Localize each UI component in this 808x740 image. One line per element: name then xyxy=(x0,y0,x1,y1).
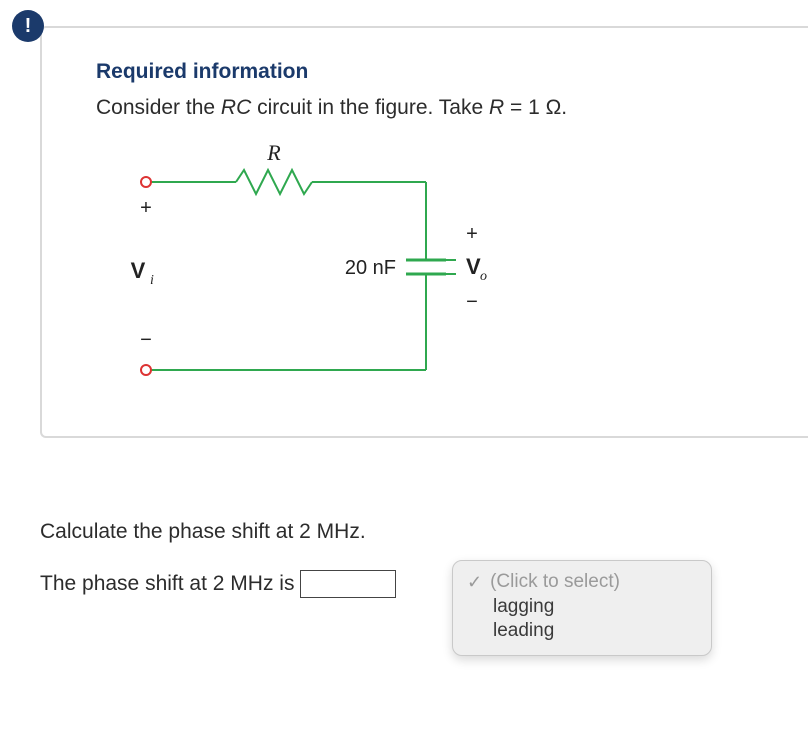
vo-label-sub: o xyxy=(480,269,487,284)
alert-badge: ! xyxy=(12,10,44,42)
circuit-svg: R 20 nF + V i − + V o − xyxy=(106,142,516,402)
dropdown-placeholder-row[interactable]: ✓ (Click to select) xyxy=(467,571,687,593)
capacitor-value: 20 nF xyxy=(345,257,396,279)
answer-prefix: The phase shift at 2 MHz is xyxy=(40,572,294,596)
prompt-text-3: = 1 Ω. xyxy=(504,96,567,119)
vi-minus: − xyxy=(140,329,152,351)
prompt-text-2: circuit in the figure. Take xyxy=(251,96,489,119)
required-info-card: Required information Consider the RC cir… xyxy=(40,26,808,438)
problem-prompt: Consider the RC circuit in the figure. T… xyxy=(96,96,768,120)
vo-plus: + xyxy=(466,223,478,245)
answer-row-wrap: The phase shift at 2 MHz is ✓ (Click to … xyxy=(40,570,788,598)
required-info-title: Required information xyxy=(96,60,768,84)
phase-shift-input[interactable] xyxy=(300,570,396,598)
dropdown-placeholder-text: (Click to select) xyxy=(490,571,620,593)
question-block: Calculate the phase shift at 2 MHz. The … xyxy=(40,520,788,598)
prompt-rc-italic: RC xyxy=(221,96,251,119)
dropdown-option-lagging[interactable]: lagging xyxy=(467,595,687,619)
dropdown-option-leading[interactable]: leading xyxy=(467,619,687,643)
phase-direction-dropdown[interactable]: ✓ (Click to select) lagging leading xyxy=(452,560,712,656)
alert-badge-text: ! xyxy=(25,15,32,38)
vi-label-V: V xyxy=(131,258,146,283)
prompt-text-1: Consider the xyxy=(96,96,221,119)
resistor-label: R xyxy=(266,142,281,165)
vo-minus: − xyxy=(466,291,478,313)
prompt-R-var: R xyxy=(489,96,504,119)
check-icon: ✓ xyxy=(467,572,482,593)
vi-plus: + xyxy=(140,197,152,219)
vo-label-V: V xyxy=(466,254,481,279)
vi-label-sub: i xyxy=(150,273,154,288)
circuit-diagram: R 20 nF + V i − + V o − xyxy=(106,142,768,402)
question-line: Calculate the phase shift at 2 MHz. xyxy=(40,520,788,544)
